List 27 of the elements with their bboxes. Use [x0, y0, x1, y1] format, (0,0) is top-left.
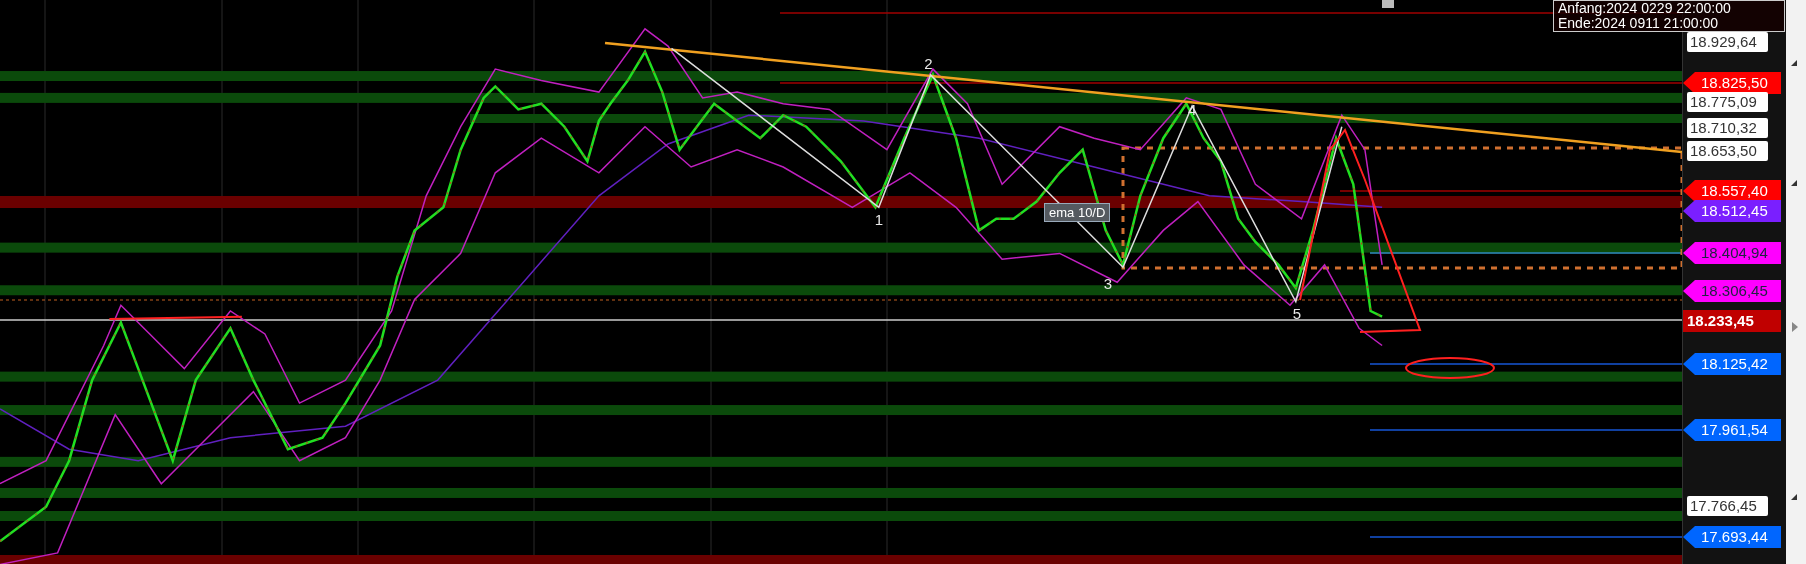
triangle-icon: [1791, 180, 1798, 186]
price-label: 17.693,44: [1683, 526, 1781, 548]
price-label: 18.710,32: [1687, 118, 1768, 138]
start-time: Anfang:2024 0229 22:00:00: [1558, 1, 1732, 16]
wave-label: 2: [924, 55, 933, 73]
marker-icon: [1382, 0, 1394, 8]
wave-label: 4: [1187, 101, 1197, 119]
indicator-label: ema 10/D: [1044, 203, 1111, 222]
triangle-icon: [1791, 494, 1798, 500]
price-label: 18.404,94: [1683, 242, 1781, 264]
wave-label: 1: [874, 210, 883, 228]
end-time: Ende:2024 0911 21:00:00: [1558, 16, 1720, 31]
price-label: 18.125,42: [1683, 353, 1781, 375]
price-label: 18.233,45: [1683, 310, 1781, 332]
price-label: 18.557,40: [1683, 180, 1781, 202]
price-label: 18.306,45: [1683, 280, 1781, 302]
triangle-icon: [1792, 322, 1799, 332]
price-label: 17.766,45: [1687, 496, 1768, 516]
price-label: 17.961,54: [1683, 419, 1781, 441]
wave-label: 5: [1292, 305, 1302, 323]
price-label: 18.653,50: [1687, 141, 1768, 161]
price-label: 18.825,50: [1683, 72, 1781, 94]
price-label: 18.512,45: [1683, 200, 1781, 222]
price-label: 18.929,64: [1687, 32, 1768, 52]
triangle-icon: [1791, 60, 1798, 66]
price-label: 18.775,09: [1687, 92, 1768, 112]
wave-label: 3: [1103, 275, 1113, 293]
